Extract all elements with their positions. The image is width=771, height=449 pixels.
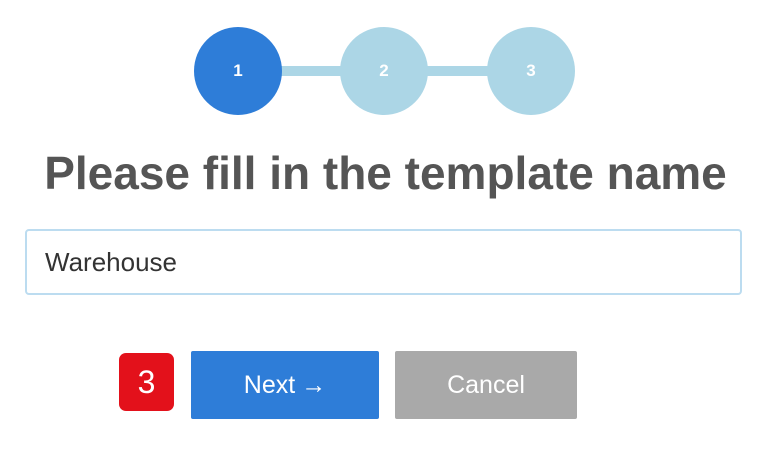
stepper-connector: [420, 66, 490, 76]
stepper-connector: [274, 66, 344, 76]
template-name-input[interactable]: [25, 229, 742, 295]
page-title: Please fill in the template name: [44, 147, 727, 199]
step-3-indicator: 3: [487, 27, 575, 115]
arrow-right-icon: →: [301, 370, 327, 399]
progress-stepper: 1 2 3: [194, 27, 575, 115]
cancel-button[interactable]: Cancel: [395, 351, 577, 419]
next-button[interactable]: Next →: [191, 351, 379, 419]
step-number: 2: [379, 61, 389, 80]
step-number: 3: [526, 61, 536, 80]
cancel-button-label: Cancel: [447, 370, 525, 399]
step-1-indicator: 1: [194, 27, 282, 115]
next-button-label: Next: [243, 370, 296, 399]
step-annotation-badge: 3: [119, 353, 174, 411]
step-2-indicator: 2: [340, 27, 428, 115]
wizard-page: 1 2 3 Please fill in the template name 3…: [0, 0, 771, 449]
step-number: 1: [233, 61, 243, 80]
